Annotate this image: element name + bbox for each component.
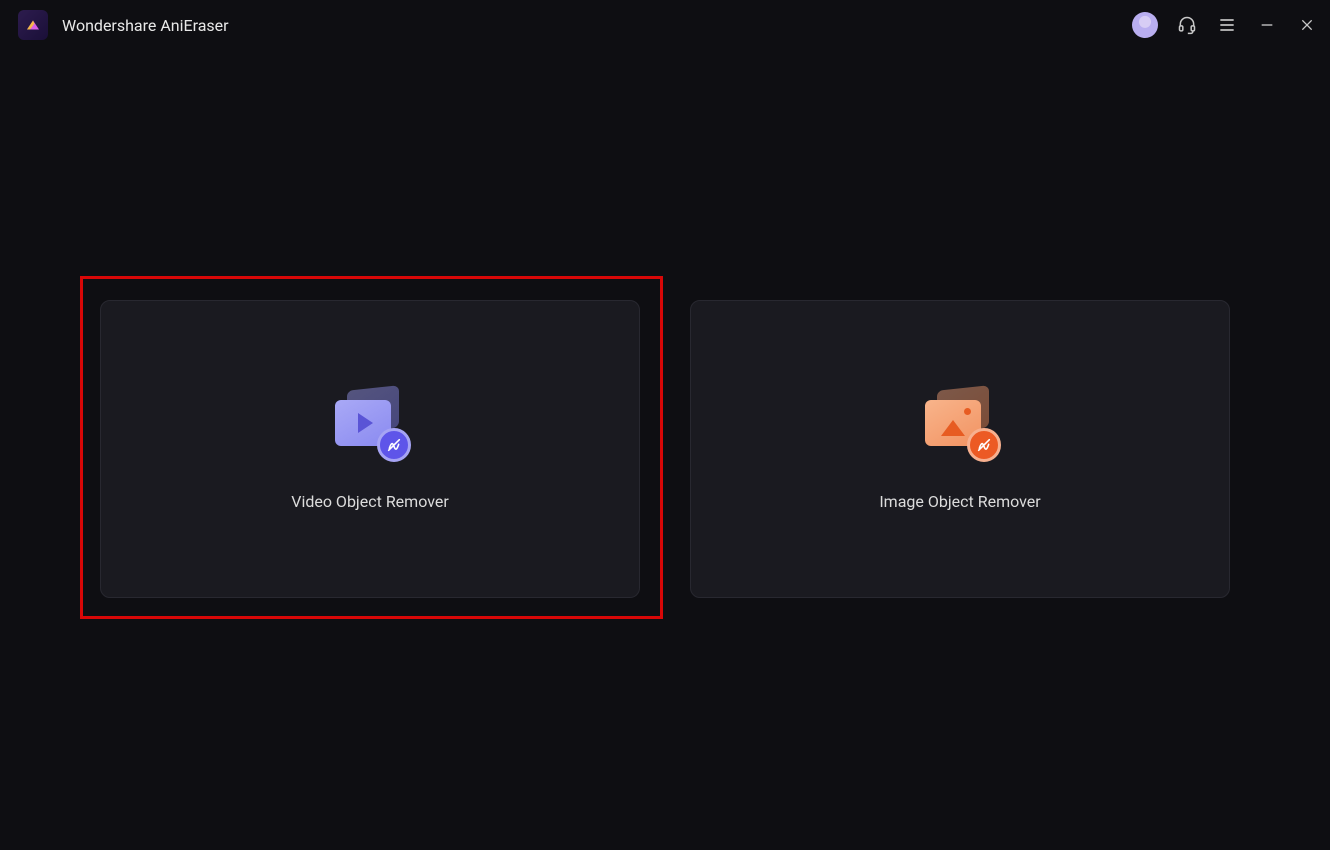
menu-button[interactable]	[1216, 14, 1238, 36]
app-logo-icon	[24, 16, 42, 34]
support-button[interactable]	[1176, 14, 1198, 36]
feature-card-row: Video Object Remover	[100, 300, 1230, 598]
video-card-label: Video Object Remover	[291, 492, 449, 511]
app-logo	[18, 10, 48, 40]
erase-badge-icon	[976, 437, 992, 453]
titlebar: Wondershare AniEraser	[0, 0, 1330, 50]
close-button[interactable]	[1296, 14, 1318, 36]
image-card-label: Image Object Remover	[879, 492, 1040, 511]
avatar[interactable]	[1132, 12, 1158, 38]
main-area: Video Object Remover	[0, 50, 1330, 850]
image-object-remover-card[interactable]: Image Object Remover	[690, 300, 1230, 598]
headset-icon	[1177, 15, 1197, 35]
video-object-remover-card[interactable]: Video Object Remover	[100, 300, 640, 598]
erase-badge-icon	[386, 437, 402, 453]
app-title: Wondershare AniEraser	[62, 16, 229, 35]
image-remove-icon	[923, 388, 997, 458]
minimize-icon	[1259, 17, 1275, 33]
minimize-button[interactable]	[1256, 14, 1278, 36]
video-card-wrap: Video Object Remover	[100, 300, 640, 598]
titlebar-actions	[1132, 12, 1318, 38]
video-remove-icon	[333, 388, 407, 458]
close-icon	[1299, 17, 1315, 33]
image-card-wrap: Image Object Remover	[690, 300, 1230, 598]
hamburger-icon	[1217, 15, 1237, 35]
